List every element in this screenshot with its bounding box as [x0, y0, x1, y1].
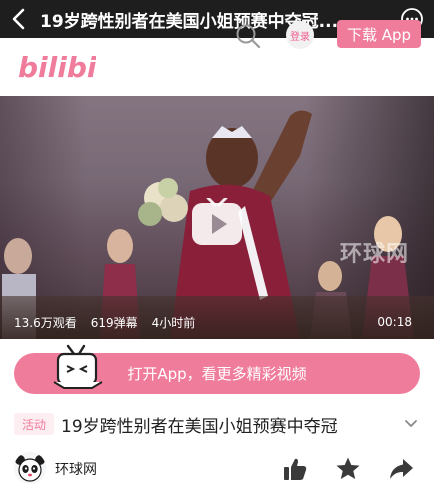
login-button[interactable]: 登录	[286, 21, 314, 49]
video-stats-bar: 13.6万观看 619弹幕 4小时前 00:18	[0, 310, 434, 334]
video-duration: 00:18	[377, 315, 412, 329]
author-name[interactable]: 环球网	[55, 459, 97, 479]
download-app-button[interactable]: 下载 App	[337, 20, 421, 48]
danmaku-count: 619弹幕	[90, 315, 138, 330]
bilibili-logo[interactable]: bilibili	[18, 49, 96, 85]
open-app-label: 打开App，看更多精彩视频	[127, 365, 307, 383]
tv-mascot-icon	[53, 344, 103, 389]
view-count: 13.6万观看	[14, 315, 77, 330]
video-player[interactable]: 环球网	[0, 96, 434, 339]
play-icon[interactable]	[191, 198, 243, 250]
chevron-down-icon[interactable]	[404, 418, 418, 430]
search-icon[interactable]	[234, 22, 262, 50]
upload-time: 4小时前	[151, 315, 196, 330]
panda-avatar-icon	[14, 452, 46, 484]
svg-text:bilibili: bilibili	[18, 51, 96, 84]
back-button[interactable]	[0, 0, 38, 38]
activity-tag[interactable]: 活动	[14, 413, 54, 435]
back-icon	[12, 8, 25, 30]
favorite-icon[interactable]	[335, 456, 361, 482]
video-watermark: 环球网	[340, 242, 410, 267]
author-avatar[interactable]	[14, 452, 46, 484]
share-icon[interactable]	[388, 456, 414, 482]
like-icon[interactable]	[282, 456, 308, 482]
video-title: 19岁跨性别者在美国小姐预赛中夺冠	[61, 417, 338, 437]
